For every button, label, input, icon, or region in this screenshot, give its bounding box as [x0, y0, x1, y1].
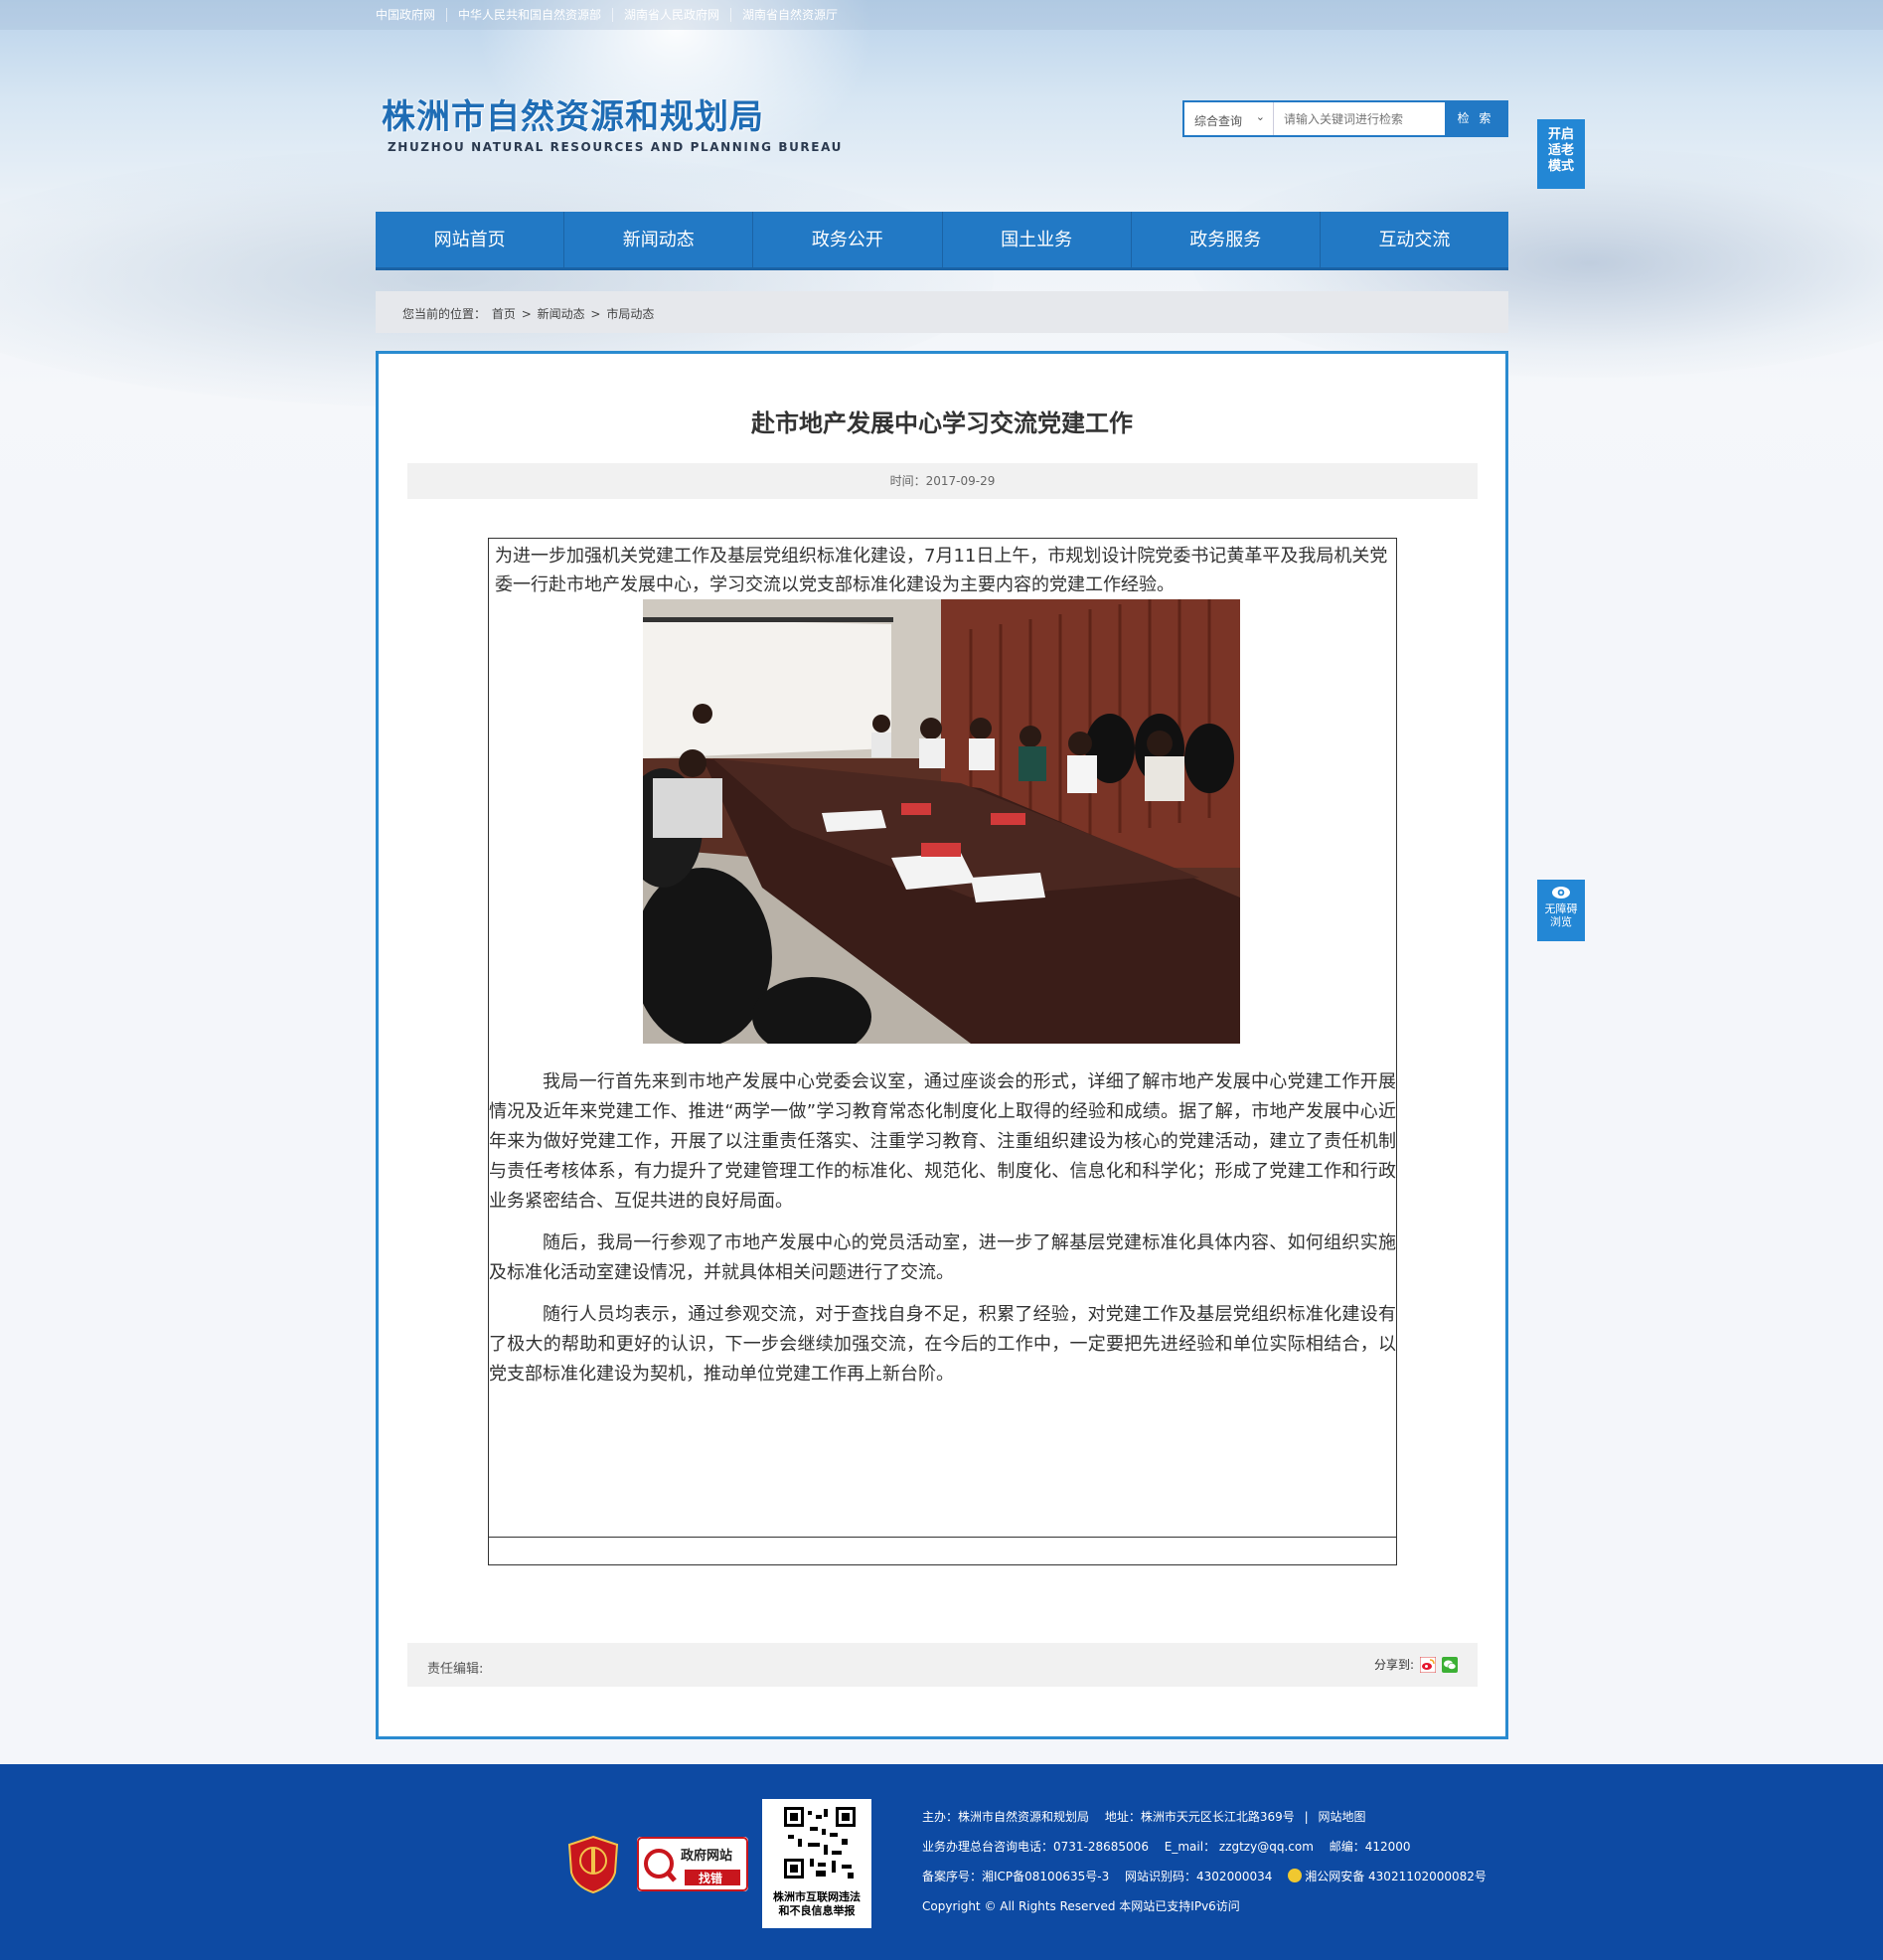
meeting-photo [643, 599, 1240, 1044]
barrier-free-button[interactable]: 无障碍 浏览 [1537, 880, 1585, 941]
editor-label: 责任编辑: [427, 1662, 484, 1677]
nav-item-land-business[interactable]: 国土业务 [941, 212, 1131, 267]
footer-phone: 业务办理总台咨询电话：0731-28685006 [922, 1840, 1149, 1854]
footer-sitemap-link[interactable]: 网站地图 [1318, 1810, 1365, 1824]
error-report-title: 政府网站 [681, 1849, 733, 1864]
qr-caption: 株洲市互联网违法 和不良信息举报 [762, 1890, 871, 1918]
article-paragraph: 随后，我局一行参观了市地产发展中心的党员活动室，进一步了解基层党建标准化具体内容… [489, 1232, 1396, 1283]
footer-police-link[interactable]: 湘公网安备 43021102000082号 [1305, 1870, 1487, 1883]
weibo-icon[interactable] [1420, 1656, 1436, 1673]
breadcrumb-item-home[interactable]: 首页 [492, 307, 516, 321]
breadcrumb-item-city-news[interactable]: 市局动态 [606, 307, 654, 321]
article-paragraph: 随行人员均表示，通过参观交流，对于查找自身不足，积累了经验，对党建工作及基层党组… [489, 1304, 1396, 1385]
article-body: 为进一步加强机关党建工作及基层党组织标准化建设，7月11日上午，市规划设计院党委… [488, 538, 1397, 1565]
gov-site-error-report[interactable]: 政府网站 找错 [637, 1837, 748, 1891]
logo-title-en: ZHUZHOU NATURAL RESOURCES AND PLANNING B… [388, 140, 843, 154]
search-button[interactable]: 检 索 [1445, 102, 1506, 135]
breadcrumb: 您当前的位置： 首页 > 新闻动态 > 市局动态 [376, 291, 1508, 333]
search-type-select[interactable]: 综合查询 ⌄ [1184, 102, 1274, 135]
footer-copyright: Copyright © All Rights Reserved 本网站已支持IP… [922, 1899, 1240, 1913]
footer-line-1: 主办：株洲市自然资源和规划局 地址：株洲市天元区长江北路369号 | 网站地图 [922, 1810, 1366, 1824]
footer-sponsor: 主办：株洲市自然资源和规划局 [922, 1810, 1090, 1824]
eye-icon [1552, 887, 1570, 898]
breadcrumb-label: 您当前的位置： [402, 307, 487, 321]
article-footer-bar: 责任编辑: 分享到: [407, 1643, 1478, 1687]
qr-caption-line: 株洲市互联网违法 [773, 1890, 861, 1903]
meeting-photo-image [643, 599, 1240, 1044]
wechat-icon[interactable] [1442, 1656, 1458, 1673]
footer-icp-link[interactable]: 备案序号：湘ICP备08100635号-3 [922, 1870, 1109, 1883]
footer-site-id: 网站识别码：4302000034 [1125, 1870, 1273, 1883]
search-type-value: 综合查询 [1194, 114, 1243, 128]
qr-caption-line: 和不良信息举报 [778, 1904, 856, 1917]
report-qr-code[interactable]: 株洲市互联网违法 和不良信息举报 [762, 1799, 871, 1928]
footer-postcode: 邮编：412000 [1329, 1840, 1411, 1854]
footer-line-2: 业务办理总台咨询电话：0731-28685006 E_mail： zzgtzy@… [922, 1832, 1487, 1862]
footer-line-3: 备案序号：湘ICP备08100635号-3 网站识别码：4302000034 湘… [922, 1862, 1487, 1891]
top-link[interactable]: 中国政府网 [376, 8, 446, 22]
article-panel: 赴市地产发展中心学习交流党建工作 时间：2017-09-29 为进一步加强机关党… [376, 351, 1508, 1739]
main-nav: 网站首页 新闻动态 政务公开 国土业务 政务服务 互动交流 [376, 212, 1508, 270]
nav-item-government-services[interactable]: 政务服务 [1130, 212, 1320, 267]
elder-mode-label: 开启 [1547, 127, 1574, 142]
elder-mode-button[interactable]: 开启 适老 模式 [1537, 119, 1585, 189]
top-links-bar: 中国政府网 中华人民共和国自然资源部 湖南省人民政府网 湖南省自然资源厅 [0, 0, 1883, 30]
breadcrumb-separator: > [521, 307, 532, 321]
article-intro: 为进一步加强机关党建工作及基层党组织标准化建设，7月11日上午，市规划设计院党委… [495, 546, 1388, 595]
article-title: 赴市地产发展中心学习交流党建工作 [751, 409, 1133, 437]
barrier-free-label: 浏览 [1550, 915, 1572, 928]
footer-address: 地址：株洲市天元区长江北路369号 [1104, 1810, 1295, 1824]
nav-item-interaction[interactable]: 互动交流 [1319, 212, 1508, 267]
share-label: 分享到: [1373, 1658, 1414, 1672]
top-link[interactable]: 湖南省人民政府网 [612, 8, 730, 22]
nav-item-news[interactable]: 新闻动态 [563, 212, 752, 267]
top-link[interactable]: 中华人民共和国自然资源部 [446, 8, 612, 22]
footer-email: E_mail： zzgtzy@qq.com [1164, 1840, 1314, 1854]
time-label: 时间： [889, 474, 926, 488]
site-footer: 政府网站 找错 株洲市互联网违法 和不良信息举报 主办：株洲市自然资源和规划局 … [0, 1764, 1883, 1960]
article-date: 2017-09-29 [925, 474, 996, 488]
article-meta: 时间：2017-09-29 [407, 463, 1478, 499]
barrier-free-label: 无障碍 [1544, 902, 1578, 915]
footer-info: 主办：株洲市自然资源和规划局 地址：株洲市天元区长江北路369号 | 网站地图 … [922, 1802, 1487, 1921]
nav-item-home[interactable]: 网站首页 [376, 212, 563, 267]
elder-mode-label: 适老 [1547, 143, 1574, 158]
breadcrumb-separator: > [590, 307, 601, 321]
party-government-badge[interactable] [567, 1835, 619, 1894]
top-link[interactable]: 湖南省自然资源厅 [730, 8, 849, 22]
search-input[interactable] [1274, 102, 1445, 135]
breadcrumb-item-news[interactable]: 新闻动态 [538, 307, 585, 321]
article-paragraph: 我局一行首先来到市地产发展中心党委会议室，通过座谈会的形式，详细了解市地产发展中… [489, 1071, 1396, 1212]
error-report-subtitle: 找错 [699, 1872, 723, 1885]
article-body-cell: 为进一步加强机关党建工作及基层党组织标准化建设，7月11日上午，市规划设计院党委… [489, 539, 1396, 1538]
nav-item-government-affairs[interactable]: 政务公开 [752, 212, 941, 267]
site-logo[interactable]: 株洲市自然资源和规划局 ZHUZHOU NATURAL RESOURCES AN… [382, 89, 843, 154]
logo-title-cn: 株洲市自然资源和规划局 [382, 97, 764, 137]
elder-mode-label: 模式 [1547, 159, 1574, 174]
search-bar: 综合查询 ⌄ 检 索 [1182, 100, 1508, 137]
police-badge-icon [1288, 1869, 1303, 1882]
chevron-down-icon: ⌄ [1255, 110, 1265, 123]
share-area: 分享到: [1374, 1656, 1458, 1673]
